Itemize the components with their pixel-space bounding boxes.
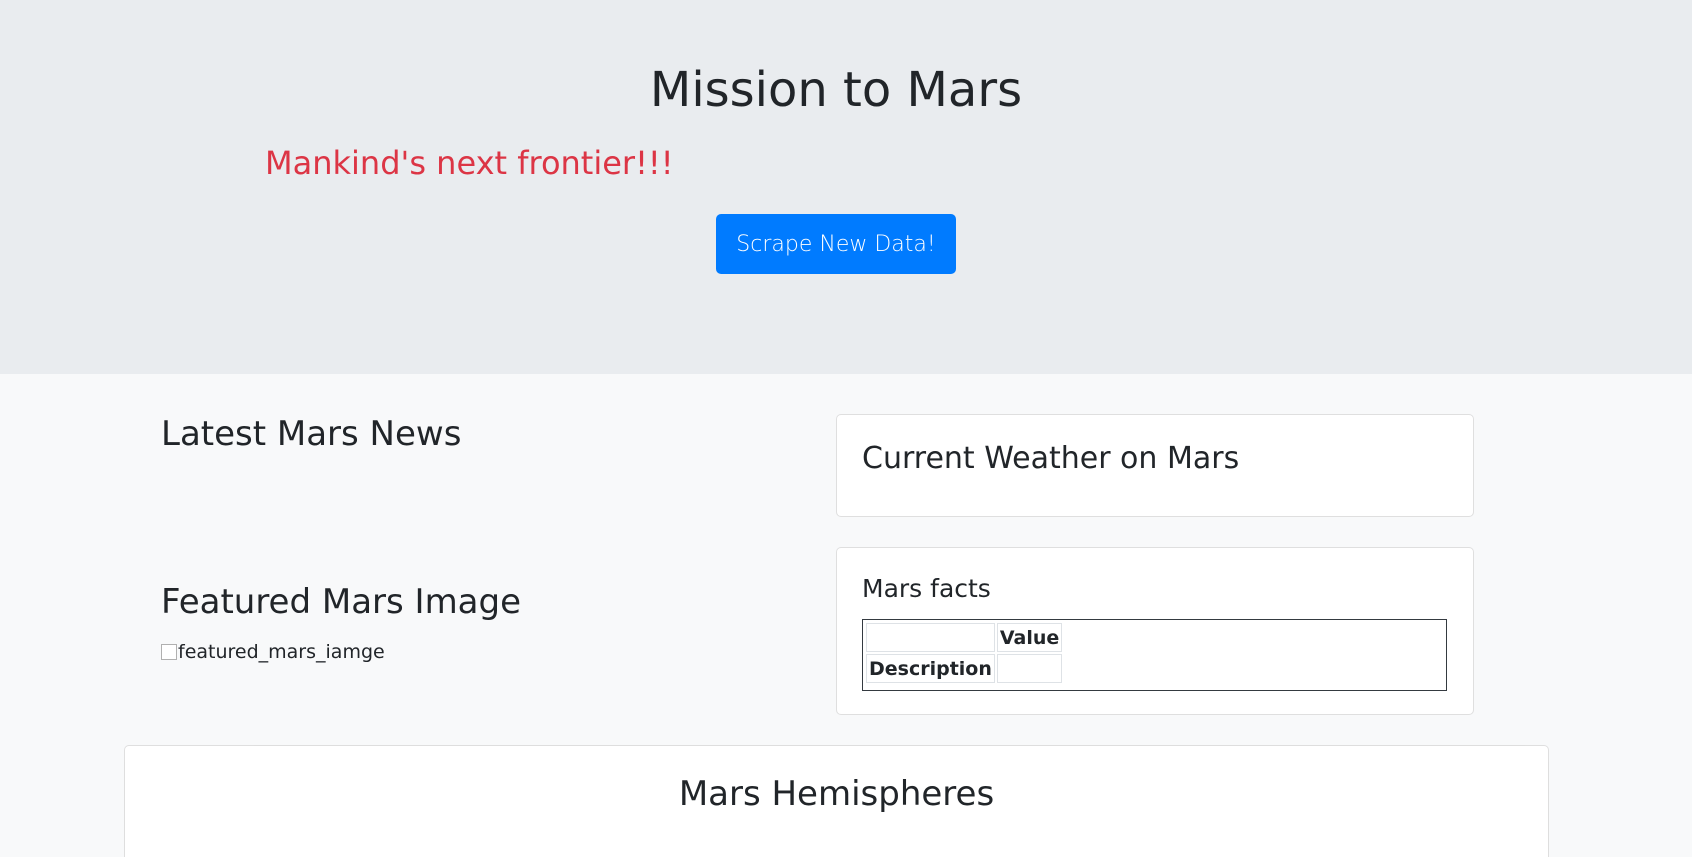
table-header-cell	[866, 623, 995, 652]
jumbotron-header: Mission to Mars Mankind's next frontier!…	[0, 0, 1692, 374]
table-row: Description	[866, 654, 1063, 683]
featured-mars-image: featured_mars_iamge	[161, 640, 385, 665]
table-header-cell: Value	[996, 623, 1063, 652]
hemispheres-card: Mars Hemispheres	[124, 745, 1549, 857]
latest-news-heading: Latest Mars News	[161, 414, 462, 454]
featured-image-alt-text: featured_mars_iamge	[178, 641, 385, 663]
facts-card: Mars facts Value Description	[836, 547, 1474, 715]
page-title: Mission to Mars	[649, 62, 1023, 118]
weather-card: Current Weather on Mars	[836, 414, 1474, 517]
table-row-label: Description	[866, 654, 995, 683]
scrape-new-data-button[interactable]: Scrape New Data!	[716, 214, 956, 274]
weather-heading: Current Weather on Mars	[862, 441, 1240, 476]
page-subtitle: Mankind's next frontier!!!	[265, 144, 674, 182]
facts-heading: Mars facts	[862, 574, 991, 603]
broken-image-icon	[161, 644, 177, 661]
facts-table-container: Value Description	[862, 619, 1447, 691]
table-cell	[996, 654, 1063, 683]
featured-image-heading: Featured Mars Image	[161, 582, 522, 622]
facts-table: Value Description	[864, 621, 1064, 685]
hemispheres-heading: Mars Hemispheres	[678, 774, 995, 814]
table-header-row: Value	[866, 623, 1063, 652]
